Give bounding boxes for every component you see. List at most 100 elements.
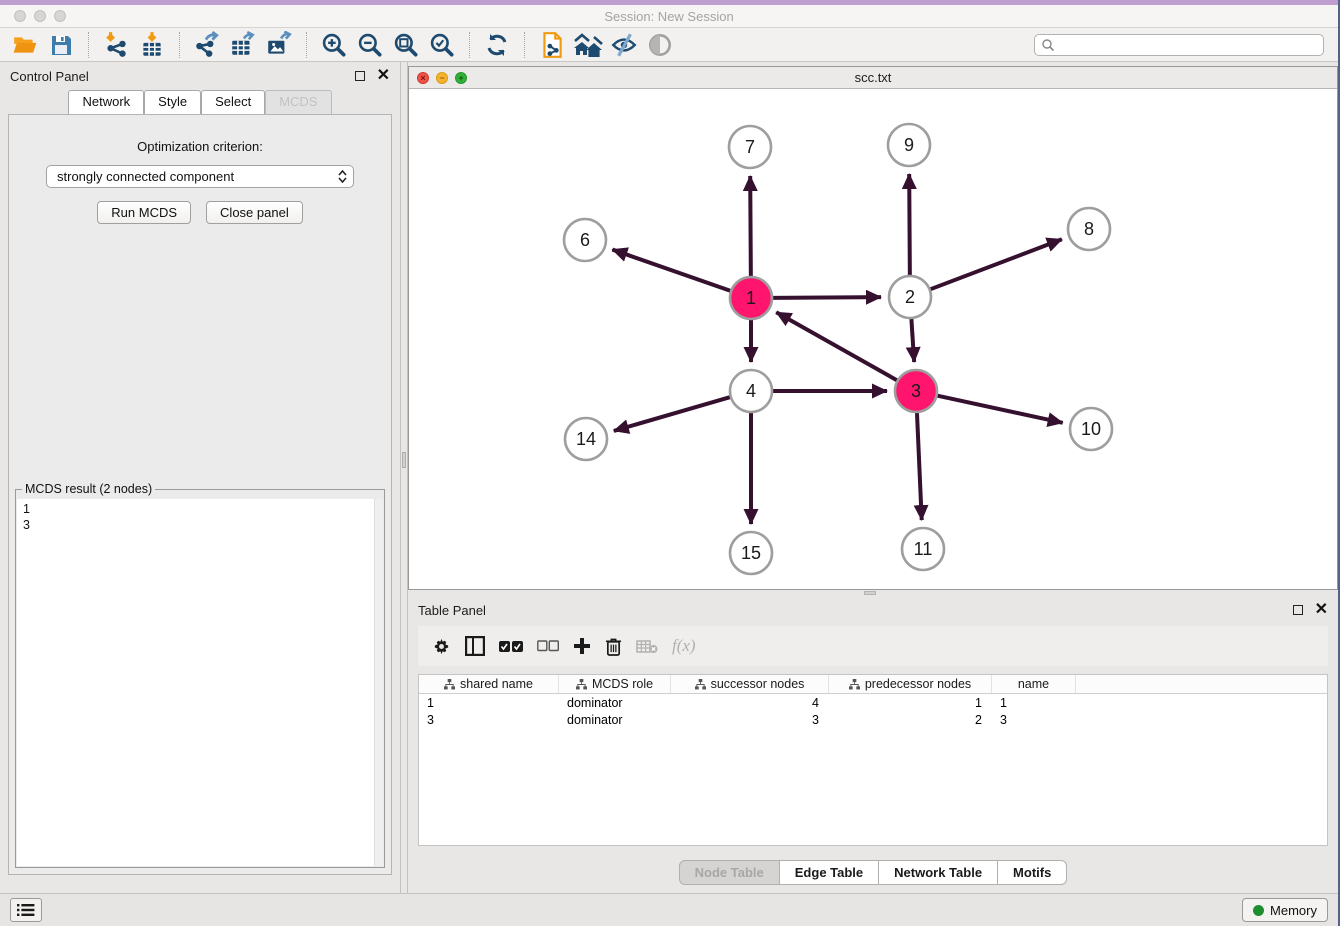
search-input[interactable] [1059,38,1317,52]
graph-node-label: 7 [745,137,755,157]
tab-node-table[interactable]: Node Table [679,860,780,885]
graph-edge-2-8[interactable] [931,239,1062,289]
search-box[interactable] [1034,34,1324,56]
refresh-icon [484,32,510,58]
tab-motifs[interactable]: Motifs [998,860,1067,885]
vertical-splitter[interactable] [400,62,408,893]
control-panel-title: Control Panel [10,69,89,84]
open-file-button[interactable] [10,31,40,59]
graph-edge-2-9[interactable] [909,174,910,275]
graph-edge-1-2[interactable] [773,297,881,298]
table-settings-button[interactable] [432,637,451,656]
zoom-out-button[interactable] [355,31,385,59]
cell-name[interactable]: 3 [992,711,1076,728]
horizontal-splitter[interactable] [408,590,1338,596]
node-table[interactable]: shared name MCDS role successor nodes pr… [418,674,1328,846]
network-close-button[interactable]: × [417,72,429,84]
cell-mcds-role[interactable]: dominator [559,694,671,711]
graph-edge-3-1[interactable] [776,312,897,380]
result-line: 1 [23,501,374,517]
show-all-networks-button[interactable] [573,31,603,59]
mcds-result-list[interactable]: 1 3 [17,499,383,866]
show-column-panel-button[interactable] [465,636,485,656]
network-graph[interactable]: 7968124314101511 [409,89,1339,589]
save-session-button[interactable] [46,31,76,59]
tab-network-table[interactable]: Network Table [879,860,998,885]
network-maximize-button[interactable]: + [455,72,467,84]
show-graphics-details-button[interactable] [645,31,675,59]
cell-shared-name[interactable]: 3 [419,711,559,728]
graph-edge-3-10[interactable] [937,396,1062,423]
column-header-predecessor-nodes[interactable]: predecessor nodes [829,675,992,693]
export-network-button[interactable] [192,31,222,59]
cell-predecessor-nodes[interactable]: 2 [829,711,992,728]
import-table-button[interactable] [137,31,167,59]
graph-node-label: 6 [580,230,590,250]
select-all-columns-button[interactable] [499,640,523,653]
tab-edge-table[interactable]: Edge Table [780,860,879,885]
graph-edge-1-7[interactable] [750,176,751,276]
network-canvas[interactable]: 7968124314101511 [409,89,1337,589]
hide-graphics-details-button[interactable] [609,31,639,59]
tab-mcds[interactable]: MCDS [265,90,331,114]
graph-node-label: 15 [741,543,761,563]
network-window-titlebar[interactable]: × − + scc.txt [409,67,1337,89]
save-icon [49,33,73,57]
cell-name[interactable]: 1 [992,694,1076,711]
mcds-result-title: MCDS result (2 nodes) [22,482,155,496]
zoom-selected-button[interactable] [427,31,457,59]
zoom-fit-button[interactable] [391,31,421,59]
memory-button[interactable]: Memory [1242,898,1328,922]
cell-mcds-role[interactable]: dominator [559,711,671,728]
graph-node-label: 8 [1084,219,1094,239]
cell-successor-nodes[interactable]: 3 [671,711,829,728]
splitter-grip[interactable] [864,591,876,595]
graph-edge-3-11[interactable] [917,413,922,520]
table-row[interactable]: 1 dominator 4 1 1 [419,694,1327,711]
main-titlebar: Session: New Session [0,5,1338,28]
cell-predecessor-nodes[interactable]: 1 [829,694,992,711]
run-mcds-button[interactable]: Run MCDS [97,201,191,224]
window-title: Session: New Session [0,9,1338,24]
zoom-selected-icon [428,31,456,59]
zoom-in-button[interactable] [319,31,349,59]
tab-network[interactable]: Network [68,90,144,114]
close-panel-icon[interactable]: ✕ [1315,605,1328,615]
tab-style[interactable]: Style [144,90,201,114]
optimization-criterion-select[interactable]: strongly connected component [46,165,354,188]
column-header-name[interactable]: name [992,675,1076,693]
toolbar-separator [88,32,89,58]
toolbar-separator [469,32,470,58]
tab-select[interactable]: Select [201,90,265,114]
control-panel-tabs: Network Style Select MCDS [0,90,400,114]
apply-layout-button[interactable] [482,31,512,59]
cell-shared-name[interactable]: 1 [419,694,559,711]
splitter-grip[interactable] [402,452,406,468]
deselect-all-columns-button[interactable] [537,640,559,652]
column-header-mcds-role[interactable]: MCDS role [559,675,671,693]
close-panel-button[interactable]: Close panel [206,201,303,224]
task-history-button[interactable] [10,898,42,922]
delete-columns-button[interactable] [605,637,622,656]
create-column-button[interactable] [573,637,591,655]
column-header-successor-nodes[interactable]: successor nodes [671,675,829,693]
network-minimize-button[interactable]: − [436,72,448,84]
float-panel-icon[interactable] [355,71,365,81]
cell-successor-nodes[interactable]: 4 [671,694,829,711]
column-header-shared-name[interactable]: shared name [419,675,559,693]
toolbar-separator [179,32,180,58]
graph-edge-1-6[interactable] [612,250,730,291]
graph-edge-4-14[interactable] [614,397,730,431]
float-panel-icon[interactable] [1293,605,1303,615]
first-neighbors-button[interactable] [537,31,567,59]
close-panel-icon[interactable]: ✕ [377,71,390,81]
import-network-button[interactable] [101,31,131,59]
export-table-button[interactable] [228,31,258,59]
delete-table-button[interactable] [636,639,658,654]
zoom-fit-icon [392,31,420,59]
export-image-button[interactable] [264,31,294,59]
result-scrollbar[interactable] [374,499,383,866]
graph-edge-2-3[interactable] [911,319,914,362]
function-builder-button[interactable]: f(x) [672,636,696,656]
table-row[interactable]: 3 dominator 3 2 3 [419,711,1327,728]
